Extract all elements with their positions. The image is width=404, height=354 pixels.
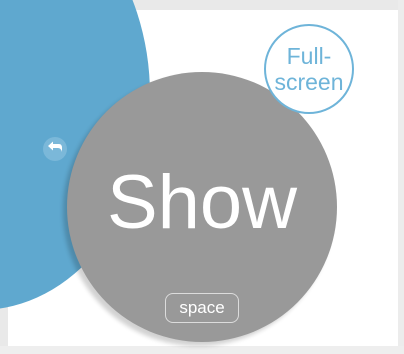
fullscreen-label-line1: Full-: [286, 43, 332, 69]
presentation-control-frame: Show space Full- screen: [0, 0, 404, 354]
show-label: Show: [106, 160, 298, 245]
fullscreen-button[interactable]: Full- screen: [264, 24, 354, 114]
back-arrow-icon: [47, 140, 63, 159]
fullscreen-label-line2: screen: [274, 69, 344, 95]
shortcut-key-badge: space: [165, 293, 239, 323]
frame-border-bottom: [0, 346, 404, 354]
back-button[interactable]: [43, 137, 67, 161]
frame-border-right: [398, 0, 404, 354]
